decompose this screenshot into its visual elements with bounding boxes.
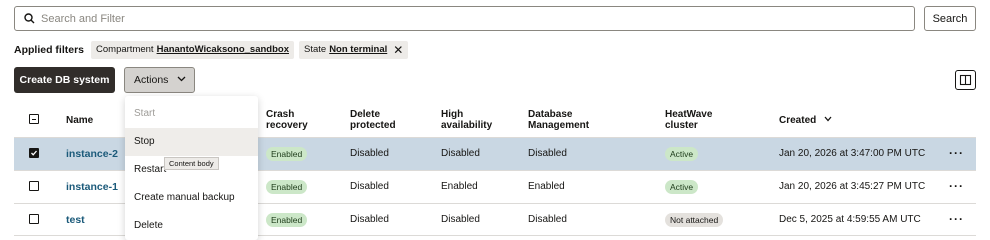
created-value: Dec 5, 2025 at 4:59:55 AM UTC: [779, 214, 921, 225]
header-line: High: [441, 109, 464, 120]
close-icon[interactable]: ✕: [393, 44, 403, 56]
applied-filters-label: Applied filters: [14, 43, 85, 56]
applied-filters: Applied filters Compartment HanantoWicak…: [14, 40, 413, 59]
database-management-value: Disabled: [528, 148, 567, 159]
indeterminate-mark: [32, 118, 36, 120]
header-line: recovery: [266, 120, 308, 131]
column-header-delete-protected[interactable]: Delete protected: [350, 109, 396, 131]
header-line: Crash: [266, 109, 295, 120]
db-system-name-link[interactable]: instance-1: [66, 181, 118, 193]
high-availability-value: Disabled: [441, 148, 480, 159]
header-line: cluster: [665, 120, 698, 131]
search-field-container[interactable]: [14, 6, 915, 31]
header-line: Management: [528, 120, 590, 131]
delete-protected-value: Disabled: [350, 148, 389, 159]
filter-chip-key: Compartment: [96, 44, 154, 55]
actions-button[interactable]: Actions: [124, 67, 195, 93]
header-line: availability: [441, 120, 493, 131]
database-management-value: Enabled: [528, 181, 565, 192]
header-line: Delete: [350, 109, 381, 120]
filter-chip-key: State: [304, 44, 327, 55]
column-header-high-availability[interactable]: High availability: [441, 109, 492, 131]
filter-chip-value[interactable]: Non terminal: [329, 44, 387, 55]
filter-chip-value[interactable]: HanantoWicaksono_sandbox: [157, 44, 289, 55]
split-panel-icon: [959, 74, 972, 86]
panel-toggle-button[interactable]: [955, 70, 976, 90]
tooltip: Content body: [164, 157, 219, 170]
row-checkbox[interactable]: [29, 181, 39, 191]
chevron-down-icon: [177, 76, 186, 82]
heatwave-status-badge: Not attached: [665, 213, 724, 227]
header-label: Created: [779, 115, 817, 126]
menu-item-start: Start: [134, 108, 156, 119]
row-actions-icon[interactable]: ···: [949, 146, 964, 160]
delete-protected-value: Disabled: [350, 214, 389, 225]
crash-recovery-badge: Enabled: [266, 213, 308, 227]
crash-recovery-badge: Enabled: [266, 180, 308, 194]
actions-button-label: Actions: [134, 74, 169, 86]
database-management-value: Disabled: [528, 214, 567, 225]
created-value: Jan 20, 2026 at 3:47:00 PM UTC: [779, 148, 926, 159]
column-header-name[interactable]: Name: [66, 115, 93, 126]
header-line: HeatWave: [665, 109, 713, 120]
filter-chip-compartment[interactable]: Compartment HanantoWicaksono_sandbox: [91, 40, 294, 59]
high-availability-value: Enabled: [441, 181, 478, 192]
row-actions-icon[interactable]: ···: [949, 179, 964, 193]
filter-chip-state[interactable]: State Non terminal ✕: [299, 40, 409, 59]
sort-chevron-icon: [824, 116, 832, 122]
menu-item-create-manual-backup[interactable]: Create manual backup: [125, 184, 258, 212]
search-input[interactable]: [41, 10, 901, 27]
header-line: protected: [350, 120, 396, 131]
heatwave-status-badge: Active: [665, 147, 699, 161]
created-value: Jan 20, 2026 at 3:45:27 PM UTC: [779, 181, 926, 192]
high-availability-value: Disabled: [441, 214, 480, 225]
db-system-name-link[interactable]: test: [66, 214, 85, 226]
search-icon: [24, 13, 35, 24]
checkmark-icon: [31, 150, 37, 156]
db-system-name-link[interactable]: instance-2: [66, 148, 118, 160]
heatwave-status-badge: Active: [665, 180, 699, 194]
select-all-checkbox[interactable]: [29, 114, 39, 124]
search-button[interactable]: Search: [924, 6, 976, 31]
column-header-database-management[interactable]: Database Management: [528, 109, 589, 131]
menu-item-stop[interactable]: Stop: [125, 128, 258, 156]
header-line: Database: [528, 109, 573, 120]
row-checkbox[interactable]: [29, 148, 39, 158]
menu-item-delete[interactable]: Delete: [125, 212, 258, 240]
crash-recovery-badge: Enabled: [266, 147, 308, 161]
column-header-crash-recovery[interactable]: Crash recovery: [266, 109, 308, 131]
delete-protected-value: Disabled: [350, 181, 389, 192]
row-checkbox[interactable]: [29, 214, 39, 224]
create-db-system-button[interactable]: Create DB system: [14, 67, 115, 93]
search-bar: Search: [14, 6, 976, 31]
column-header-heatwave-cluster[interactable]: HeatWave cluster: [665, 109, 712, 131]
row-actions-icon[interactable]: ···: [949, 212, 964, 226]
column-header-created[interactable]: Created: [779, 115, 832, 126]
